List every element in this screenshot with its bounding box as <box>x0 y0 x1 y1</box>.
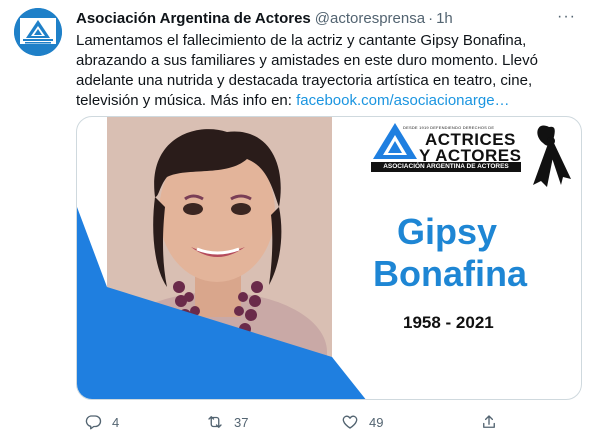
retweet-count: 37 <box>234 414 249 430</box>
brand-bar: ASOCIACIÓN ARGENTINA DE ACTORES <box>371 162 521 172</box>
tweet-actions: 4 37 49 <box>76 408 582 436</box>
tweet-media-image[interactable]: DESDE 1919 DEFENDIENDO DERECHOS DE ACTRI… <box>76 116 582 400</box>
tweet-text-last: televisión y música. Más info en: <box>76 92 297 109</box>
like-count: 49 <box>369 414 384 430</box>
like-button[interactable]: 49 <box>341 413 383 431</box>
actores-brand-logo: DESDE 1919 DEFENDIENDO DERECHOS DE ACTRI… <box>371 117 521 175</box>
tweet-text-line: televisión y música. Más info en: facebo… <box>76 91 581 111</box>
honoree-first-name: Gipsy <box>397 211 498 252</box>
tweet-header: Asociación Argentina de Actores @actores… <box>76 8 582 28</box>
author-display-name[interactable]: Asociación Argentina de Actores <box>76 10 311 27</box>
mourning-ribbon-icon <box>533 125 571 187</box>
tweet-text-line: abrazando a sus familiares y amistades e… <box>76 52 538 69</box>
share-icon <box>483 415 495 428</box>
share-button[interactable] <box>480 413 498 431</box>
reply-icon <box>85 415 102 430</box>
retweet-button[interactable]: 37 <box>206 413 248 431</box>
tweet-time[interactable]: 1h <box>436 10 453 27</box>
facebook-link[interactable]: facebook.com/asociacionarge… <box>296 92 509 109</box>
tweet-text-line: Lamentamos el fallecimiento de la actriz… <box>76 32 527 49</box>
author-handle[interactable]: @actoresprensa <box>315 10 425 27</box>
separator-dot: · <box>428 9 434 27</box>
honoree-last-name: Bonafina <box>373 253 528 294</box>
reply-button[interactable]: 4 <box>84 413 119 431</box>
honoree-years: 1958 - 2021 <box>403 313 494 332</box>
tweet-text-line: adelante una nutrida y destacada trayect… <box>76 72 533 89</box>
avatar[interactable] <box>14 8 62 56</box>
tweet[interactable]: Asociación Argentina de Actores @actores… <box>0 0 592 444</box>
tweet-text: Lamentamos el fallecimiento de la actriz… <box>76 31 581 111</box>
more-options-button[interactable]: ··· <box>557 8 576 26</box>
reply-count: 4 <box>112 414 120 430</box>
heart-icon <box>342 415 358 429</box>
retweet-icon <box>208 416 222 428</box>
asociacion-logo-icon <box>14 8 62 56</box>
